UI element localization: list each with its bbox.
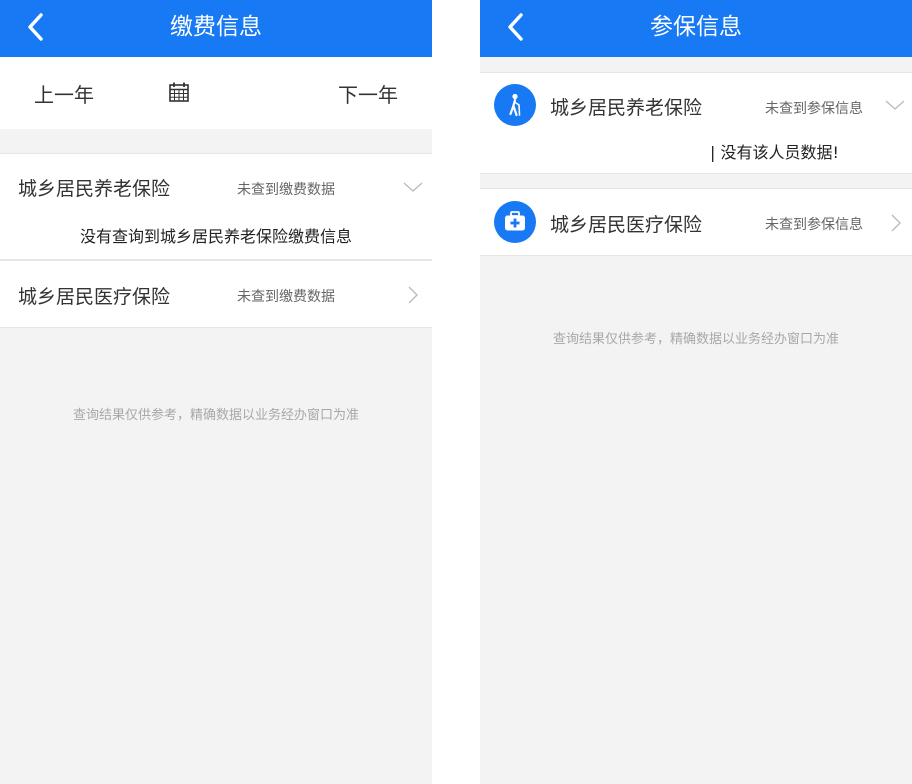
pension-insurance-card: 城乡居民养老保险 未查到缴费数据 没有查询到城乡居民养老保险缴费信息	[0, 153, 432, 260]
next-year-button[interactable]: 下一年	[338, 79, 398, 108]
page-title: 缴费信息	[170, 14, 262, 40]
nav-bar: 参保信息	[480, 0, 912, 57]
page-title: 参保信息	[650, 14, 742, 40]
year-selector: 上一年 下一年	[0, 57, 432, 129]
chevron-right-icon[interactable]	[402, 284, 424, 306]
no-data-message: 没有查询到城乡居民养老保险缴费信息	[79, 227, 352, 246]
no-data-message: | 没有该人员数据!	[710, 143, 839, 162]
nav-bar: 缴费信息	[0, 0, 432, 57]
pension-insurance-header[interactable]: 城乡居民养老保险 未查到参保信息	[480, 73, 912, 139]
pension-insurance-header[interactable]: 城乡居民养老保险 未查到缴费数据	[0, 154, 432, 220]
chevron-right-icon[interactable]	[885, 212, 907, 234]
medical-insurance-card[interactable]: 城乡居民医疗保险 未查到缴费数据	[0, 260, 432, 328]
disclaimer-text: 查询结果仅供参考，精确数据以业务经办窗口为准	[72, 408, 359, 423]
elderly-person-icon	[494, 84, 536, 126]
pension-insurance-card: 城乡居民养老保险 未查到参保信息 | 没有该人员数据!	[480, 72, 912, 174]
status-text: 未查到参保信息	[765, 101, 863, 117]
medical-insurance-header[interactable]: 城乡居民医疗保险 未查到缴费数据	[0, 261, 432, 327]
chevron-down-icon[interactable]	[884, 94, 906, 116]
calendar-icon[interactable]	[168, 81, 190, 103]
payment-info-screen: 缴费信息 上一年 下一年 城乡居民养老保险 未查到缴费数据 没有查询到城乡居民养…	[0, 0, 432, 784]
status-text: 未查到参保信息	[765, 217, 863, 233]
item-title: 城乡居民养老保险	[550, 97, 703, 119]
medical-insurance-card[interactable]: 城乡居民医疗保险 未查到参保信息	[480, 188, 912, 256]
item-title: 城乡居民医疗保险	[18, 286, 171, 308]
previous-year-button[interactable]: 上一年	[34, 79, 94, 108]
medical-kit-icon	[494, 201, 536, 243]
item-title: 城乡居民医疗保险	[550, 214, 703, 236]
status-text: 未查到缴费数据	[237, 289, 335, 305]
chevron-down-icon[interactable]	[402, 176, 424, 198]
status-text: 未查到缴费数据	[237, 182, 335, 198]
item-title: 城乡居民养老保险	[18, 178, 171, 200]
enrollment-info-screen: 参保信息 城乡居民养老保险 未查到参保信息 | 没有该人员数据! 城乡居民医疗保…	[480, 0, 912, 784]
disclaimer-text: 查询结果仅供参考，精确数据以业务经办窗口为准	[552, 332, 839, 347]
medical-insurance-header[interactable]: 城乡居民医疗保险 未查到参保信息	[480, 189, 912, 255]
